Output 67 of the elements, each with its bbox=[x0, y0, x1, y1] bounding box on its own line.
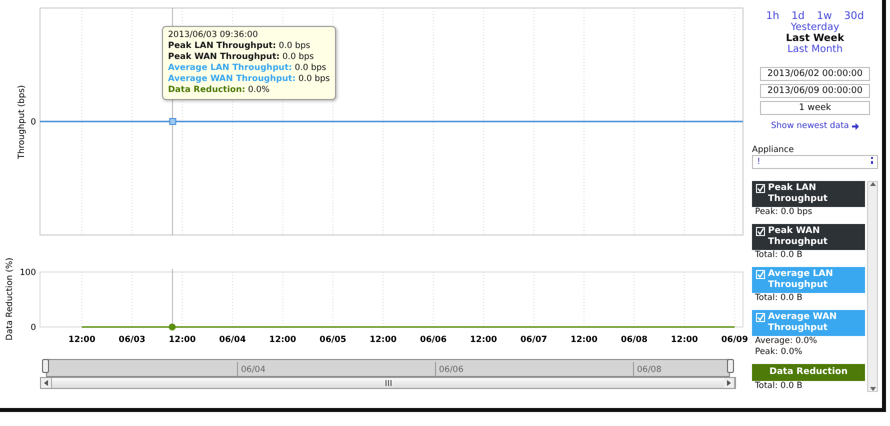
checkbox[interactable] bbox=[756, 270, 765, 279]
tick-label: 100 bbox=[20, 268, 36, 278]
end-time-field[interactable]: 2013/06/09 00:00:00 bbox=[760, 84, 870, 98]
scrollbar[interactable] bbox=[40, 377, 736, 389]
tick-label: 12:00 bbox=[570, 335, 598, 345]
series-stat: Total: 0.0 B bbox=[754, 250, 804, 261]
axis-title: Throughput (bps) bbox=[17, 85, 27, 159]
series-toggle[interactable]: Peak WAN Throughput bbox=[752, 224, 865, 250]
tooltip-line: Data Reduction: 0.0% bbox=[168, 85, 271, 96]
range-link[interactable]: 30d bbox=[844, 10, 864, 22]
range-handle[interactable] bbox=[727, 359, 734, 373]
navigator-label: 06/08 bbox=[633, 362, 662, 376]
data-point bbox=[168, 324, 176, 330]
series-stat: Average: 0.0% bbox=[754, 336, 818, 347]
axis-title: Data Reduction (%) bbox=[5, 258, 15, 340]
range-link[interactable]: 1d bbox=[791, 10, 805, 22]
tick-label: 06/07 bbox=[520, 335, 548, 345]
start-time-field[interactable]: 2013/06/02 00:00:00 bbox=[760, 67, 870, 81]
right-arrow-icon[interactable] bbox=[727, 380, 731, 386]
series-stat: Peak: 0.0% bbox=[754, 347, 804, 358]
tick-label: 06/05 bbox=[320, 335, 346, 345]
range-handle[interactable] bbox=[42, 359, 49, 373]
down-arrow-icon[interactable] bbox=[870, 387, 876, 391]
duration-field[interactable]: 1 week bbox=[760, 101, 870, 115]
tick-label: 06/06 bbox=[420, 335, 447, 345]
preset-link[interactable]: Last Month bbox=[787, 44, 843, 55]
checkbox[interactable] bbox=[756, 184, 765, 193]
tick-label: 12:00 bbox=[370, 335, 397, 345]
preset-link[interactable]: Last Week bbox=[786, 33, 844, 44]
tooltip-line: Peak LAN Throughput: 0.0 bps bbox=[168, 41, 312, 52]
tooltip-time: 2013/06/03 09:36:00 bbox=[168, 30, 259, 41]
tick-label: 06/04 bbox=[219, 335, 246, 345]
series-toggle[interactable]: Peak LAN Throughput bbox=[752, 181, 865, 207]
navigator-label: 06/04 bbox=[237, 362, 266, 376]
crosshair-line bbox=[172, 269, 174, 324]
tick-label: 06/03 bbox=[118, 335, 146, 345]
tick-label: 06/08 bbox=[620, 335, 648, 345]
series-stat: Total: 0.0 B bbox=[754, 381, 804, 392]
checkbox[interactable] bbox=[756, 227, 765, 236]
checkbox[interactable] bbox=[756, 313, 765, 322]
series-stat: Peak: 0.0 bps bbox=[754, 207, 814, 218]
up-arrow-icon[interactable] bbox=[870, 182, 876, 186]
data-point bbox=[169, 118, 176, 125]
legend-scrollbar[interactable] bbox=[867, 181, 878, 392]
tick-label: 12:00 bbox=[470, 335, 498, 345]
tick-label: 12:00 bbox=[269, 335, 296, 345]
left-arrow-icon[interactable] bbox=[44, 380, 48, 386]
tick-label: 0 bbox=[30, 118, 36, 128]
appliance-select[interactable]: ! bbox=[752, 155, 878, 169]
range-link[interactable]: 1h bbox=[766, 10, 780, 22]
preset-link[interactable]: Yesterday bbox=[790, 22, 840, 33]
tooltip-line: Average LAN Throughput: 0.0 bps bbox=[168, 63, 328, 74]
tick-label: 06/09 bbox=[721, 335, 748, 345]
tick-label: 12:00 bbox=[168, 335, 196, 345]
arrow-icon bbox=[852, 122, 860, 130]
range-link[interactable]: 1w bbox=[816, 10, 832, 22]
series-stat: Total: 0.0 B bbox=[754, 293, 804, 304]
tooltip-line: Average WAN Throughput: 0.0 bps bbox=[168, 74, 330, 85]
grip-icon bbox=[384, 380, 392, 386]
tick-label: 12:00 bbox=[670, 335, 698, 345]
tick-label: 0 bbox=[30, 323, 36, 333]
series-toggle[interactable]: Data Reduction bbox=[752, 364, 865, 381]
tooltip-line: Peak WAN Throughput: 0.0 bps bbox=[168, 52, 315, 63]
newest-data-link[interactable]: Show newest data bbox=[770, 121, 850, 131]
tick-label: 12:00 bbox=[68, 335, 96, 345]
appliance-label: Appliance bbox=[752, 145, 794, 155]
navigator-label: 06/06 bbox=[435, 362, 464, 376]
